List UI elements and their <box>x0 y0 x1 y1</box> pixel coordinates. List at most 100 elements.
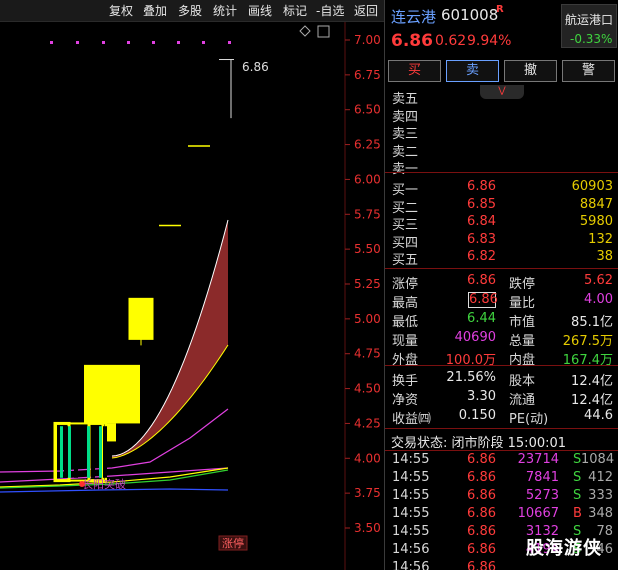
annotation-dot <box>79 481 85 487</box>
sell-level-label: 卖五 <box>392 92 419 107</box>
remove-watchlist-button[interactable]: -自选 <box>316 3 344 20</box>
y-tick-label: 4.25 <box>354 416 381 430</box>
watermark: 股海游侠 <box>526 538 602 559</box>
chevron-down-icon: ⋁ <box>498 86 506 96</box>
candle-tail <box>106 423 116 442</box>
tick-time: 14:56 <box>392 542 430 557</box>
multi-stock-button[interactable]: 多股 <box>178 3 202 20</box>
tick-time: 14:55 <box>392 452 430 467</box>
y-tick-label: 6.50 <box>354 103 381 117</box>
buy-level-volume: 132 <box>588 231 613 247</box>
tick-volume: 10667 <box>517 506 559 521</box>
limit-up-signal-label: 涨停 <box>222 536 244 550</box>
diamond-icon[interactable] <box>299 25 311 37</box>
limit-up-gap <box>103 426 107 478</box>
tick-time: 14:55 <box>392 470 430 485</box>
sector-name: 航运港口 <box>565 13 614 27</box>
quote-panel: 连云港 601008 R 6.86 0.62 9.94% 航运港口 -0.33%… <box>384 0 618 570</box>
stock-name: 连云港 <box>391 8 437 26</box>
limit-up-strip <box>87 426 90 478</box>
tick-volume: 23714 <box>517 452 559 467</box>
y-tick-label: 5.75 <box>354 207 381 221</box>
stat-value: 12.4亿 <box>571 374 613 389</box>
tick-time: 14:55 <box>392 488 430 503</box>
tick-count: 412 <box>588 470 613 485</box>
limit-up-gap <box>91 426 95 478</box>
tick-price: 6.86 <box>467 470 496 485</box>
limit-up-strip <box>68 426 71 478</box>
stat-value: 44.6 <box>584 408 613 423</box>
stat-label: 股本 <box>509 374 536 389</box>
mark-button[interactable]: 标记 <box>283 3 307 20</box>
draw-line-button[interactable]: 画线 <box>248 3 272 20</box>
stat-value: 21.56% <box>446 370 496 385</box>
stat-value: 6.44 <box>467 311 496 326</box>
buy-level-volume: 5980 <box>579 214 613 229</box>
kline-chart[interactable]: 7.00 6.75 6.50 6.25 6.00 5.75 5.50 5.25 5.00 4.75… <box>0 22 384 570</box>
buy-level-price: 6.85 <box>467 196 496 212</box>
y-tick-label: 6.75 <box>354 68 381 82</box>
signal-dot <box>152 41 155 44</box>
stat-label: 现量 <box>392 334 419 349</box>
buy-level-volume: 38 <box>596 249 613 264</box>
price-change-pct: 9.94% <box>467 33 512 49</box>
tick-count: 1084 <box>581 452 615 467</box>
limit-up-strip <box>60 426 63 478</box>
signal-dot <box>127 41 130 44</box>
stat-label: 换手 <box>392 374 419 389</box>
stock-code: 601008 <box>441 6 499 24</box>
stat-value: 6.86 <box>467 273 496 288</box>
y-tick-label: 4.00 <box>354 451 381 465</box>
window-toggle-icon[interactable] <box>317 25 330 38</box>
sell-level-label: 卖三 <box>392 127 419 142</box>
last-price: 6.86 <box>391 31 433 51</box>
statistics-button[interactable]: 统计 <box>213 3 237 20</box>
limit-up-gap <box>74 426 78 478</box>
overlay-button[interactable]: 叠加 <box>143 3 167 20</box>
buy-level-label: 买四 <box>392 235 419 251</box>
stat-label: 最高 <box>392 296 419 311</box>
sell-level-label: 卖一 <box>392 162 419 177</box>
sell-button[interactable]: 卖 <box>446 60 499 82</box>
buy-level-price: 6.82 <box>467 249 496 264</box>
stat-value: 12.4亿 <box>571 393 613 408</box>
sell-level-label: 卖二 <box>392 144 419 160</box>
stat-label: 跌停 <box>509 277 536 292</box>
y-tick-label: 5.25 <box>354 277 381 291</box>
back-button[interactable]: 返回 <box>354 3 378 20</box>
high-price-marker: 6.86 <box>242 60 269 74</box>
y-tick-label: 3.75 <box>354 486 381 500</box>
buy-level-volume: 60903 <box>571 179 613 194</box>
chart-toolbar: 复权 叠加 多股 统计 画线 标记 -自选 返回 <box>0 0 384 22</box>
stat-value: 6.86 <box>468 292 498 308</box>
stat-value: 3.30 <box>467 389 496 404</box>
buy-level-price: 6.84 <box>467 214 496 229</box>
tick-price: 6.86 <box>467 542 496 557</box>
stat-label: 量比 <box>509 296 536 311</box>
limit-up-frame <box>55 422 107 482</box>
cancel-order-button[interactable]: 撤 <box>504 60 557 82</box>
sector-box[interactable]: 航运港口 -0.33% <box>561 4 617 48</box>
candle-body <box>84 364 140 424</box>
y-tick-label: 4.75 <box>354 347 381 361</box>
y-tick-label: 5.50 <box>354 242 381 256</box>
stat-label: 最低 <box>392 315 419 330</box>
sell-level-label: 卖四 <box>392 109 419 125</box>
tick-time: 14:56 <box>392 560 430 570</box>
y-tick-label: 7.00 <box>354 33 381 47</box>
kline-chart-pane[interactable]: 复权 叠加 多股 统计 画线 标记 -自选 返回 7.00 6.75 6.50 6.2… <box>0 0 384 570</box>
stat-label: 流通 <box>509 393 536 408</box>
fuquan-button[interactable]: 复权 <box>109 3 133 20</box>
alert-button[interactable]: 警 <box>562 60 615 82</box>
limit-up-gap <box>64 426 68 478</box>
tick-time: 14:55 <box>392 524 430 539</box>
limit-up-strip <box>99 426 102 478</box>
buy-button[interactable]: 买 <box>388 60 441 82</box>
buy-level-label: 买一 <box>392 183 419 198</box>
buy-level-label: 买二 <box>392 200 419 216</box>
y-tick-label: 6.25 <box>354 138 381 152</box>
tick-price: 6.86 <box>467 488 496 503</box>
tick-volume: 7841 <box>525 470 559 485</box>
price-change: 0.62 <box>435 33 467 49</box>
collapse-toggle[interactable]: ⋁ <box>480 85 524 99</box>
